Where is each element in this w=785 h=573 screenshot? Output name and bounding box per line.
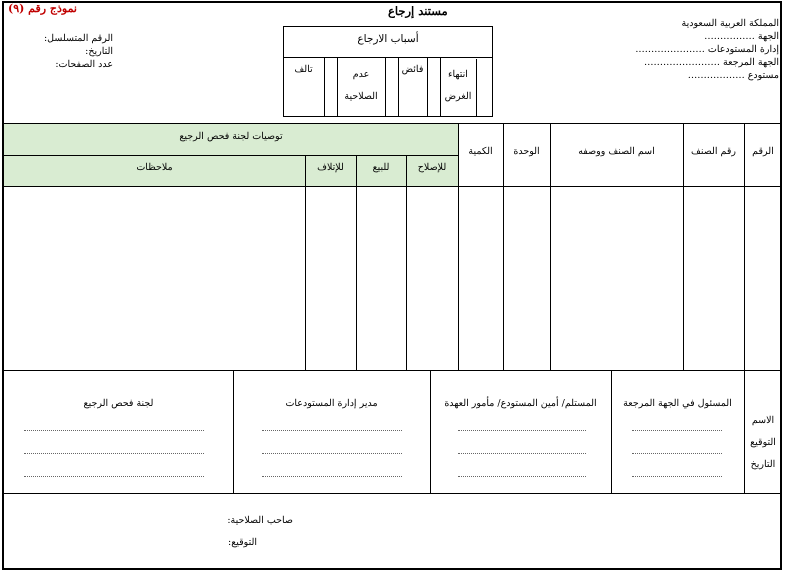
serial-label: الرقم المتسلسل: xyxy=(43,33,113,44)
end-of-purpose-checkbox[interactable] xyxy=(476,59,493,117)
entity-dots: ……………. xyxy=(704,31,755,42)
sig-field-receiver-date[interactable] xyxy=(458,476,586,477)
invalidity-label: عدم الصلاحية xyxy=(344,69,378,102)
cell-quantity[interactable] xyxy=(460,188,502,369)
col-number-header: الرقم xyxy=(752,146,774,157)
pages-label: عدد الصفحات: xyxy=(55,59,113,70)
warehouse-label: مستودع xyxy=(747,70,779,81)
sig-field-committee-signature[interactable] xyxy=(24,453,204,454)
cell-notes[interactable] xyxy=(6,188,304,369)
sig-row-name-label: الاسم xyxy=(751,415,775,426)
returning-entity-dots: …………………… xyxy=(643,57,720,68)
col-recommendations-header: توصيات لجنة فحص الرجيع xyxy=(179,131,283,142)
cell-destruction[interactable] xyxy=(307,188,355,369)
sig-field-returning-signature[interactable] xyxy=(632,453,722,454)
cell-number[interactable] xyxy=(746,188,780,369)
sig-col-inspection-committee: لجنة فحص الرجيع xyxy=(83,398,154,409)
end-of-purpose-label: انتهاء الغرض xyxy=(444,69,472,102)
sig-field-receiver-signature[interactable] xyxy=(458,453,586,454)
sig-field-returning-name[interactable] xyxy=(632,430,722,431)
cell-unit[interactable] xyxy=(505,188,549,369)
col-notes-header: ملاحظات xyxy=(136,162,173,173)
entity-label: الجهة xyxy=(757,31,779,42)
kingdom-label: المملكة العربية السعودية xyxy=(681,18,779,29)
return-reasons-title: أسباب الارجاع xyxy=(357,33,419,45)
col-repair-header: للإصلاح xyxy=(417,162,447,173)
warehouses-admin-label: إدارة المستودعات xyxy=(707,44,779,55)
date-label: التاريخ: xyxy=(85,46,113,57)
returning-entity-label: الجهة المرجعة xyxy=(723,57,779,68)
form-number: نموذج رقم (٩) xyxy=(8,2,77,15)
sig-row-signature-label: التوقيع xyxy=(750,437,776,448)
surplus-label: فائض xyxy=(401,64,424,75)
cell-item-number[interactable] xyxy=(685,188,743,369)
sig-col-warehouse-manager: مدير إدارة المستودعات xyxy=(285,398,378,409)
sig-field-committee-date[interactable] xyxy=(24,476,204,477)
sig-field-committee-name[interactable] xyxy=(24,430,204,431)
sig-field-manager-signature[interactable] xyxy=(262,453,402,454)
warehouse-dots: ……………… xyxy=(687,70,745,81)
sig-col-returning-official: المسئول في الجهة المرجعة xyxy=(623,398,732,409)
authority-holder-label: صاحب الصلاحية: xyxy=(227,515,293,526)
damaged-label: تالف xyxy=(294,64,313,75)
cell-item-name[interactable] xyxy=(552,188,682,369)
sig-field-receiver-name[interactable] xyxy=(458,430,586,431)
document-title: مستند إرجاع xyxy=(388,4,448,18)
warehouses-admin-dots: …………………. xyxy=(635,44,705,55)
col-item-name-header: اسم الصنف ووصفه xyxy=(578,146,655,157)
col-item-number-header: رقم الصنف xyxy=(691,146,736,157)
sig-field-manager-date[interactable] xyxy=(262,476,402,477)
cell-sale[interactable] xyxy=(358,188,405,369)
sig-row-date-label: التاريخ xyxy=(750,459,776,470)
sig-col-receiver: المستلم/ أمين المستودع/ مأمور العهدة xyxy=(444,398,597,409)
sig-field-manager-name[interactable] xyxy=(262,430,402,431)
authority-signature-label: التوقيع: xyxy=(228,537,257,548)
col-unit-header: الوحدة xyxy=(513,146,540,157)
sig-field-returning-date[interactable] xyxy=(632,476,722,477)
col-sale-header: للبيع xyxy=(372,162,390,173)
cell-repair[interactable] xyxy=(408,188,457,369)
col-quantity-header: الكمية xyxy=(468,146,493,157)
col-destruction-header: للإتلاف xyxy=(317,162,344,173)
